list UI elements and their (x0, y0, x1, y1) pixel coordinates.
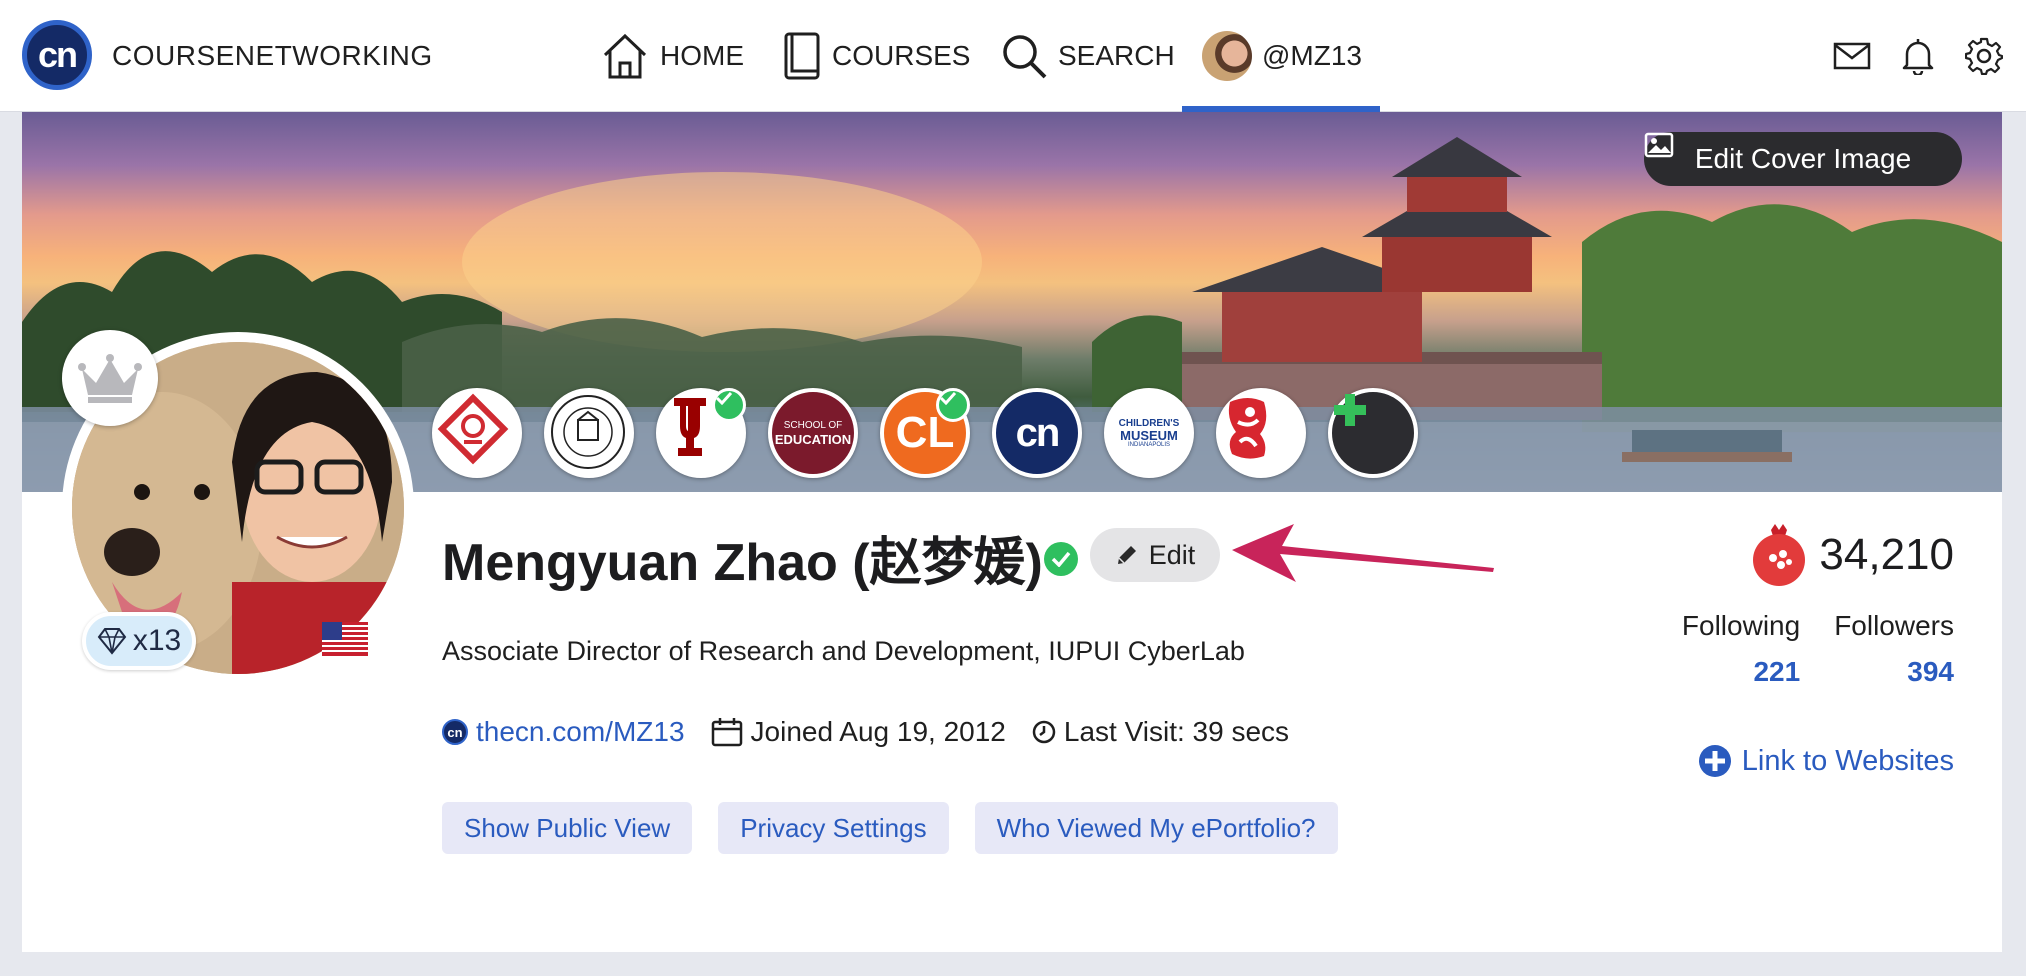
home-icon (603, 33, 647, 79)
badge-list: SCHOOL OF EDUCATION CL cn CHILDREN'S MUS… (432, 388, 1418, 478)
badge-cm-top: CHILDREN'S (1118, 417, 1180, 429)
annotation-arrow-icon (1232, 524, 1494, 582)
nav-home[interactable]: HOME (600, 0, 744, 112)
joined-text: Joined Aug 19, 2012 (750, 716, 1006, 747)
last-visit-text: Last Visit: 39 secs (1063, 716, 1290, 747)
badge-childrens-museum[interactable]: CHILDREN'S MUSEUM INDIANAPOLIS (1104, 388, 1194, 478)
gear-icon[interactable] (1964, 36, 2004, 76)
edit-profile-button[interactable]: Edit (1090, 528, 1220, 582)
us-flag-icon (322, 622, 368, 656)
avatar (1202, 31, 1252, 81)
nav-courses[interactable]: COURSES (782, 0, 970, 112)
cn-logo[interactable]: cn (22, 20, 92, 90)
points-value: 34,210 (1819, 530, 1954, 579)
profile-actions: Show Public View Privacy Settings Who Vi… (442, 802, 1338, 854)
university-seal-icon (551, 395, 625, 469)
bell-icon[interactable] (1898, 36, 1938, 76)
last-visit: Last Visit: 39 secs (1032, 716, 1289, 748)
following-stat[interactable]: Following 221 (1682, 610, 1800, 688)
profile-card: Edit Cover Image SCHOOL OF EDUCATION CL … (22, 112, 2002, 952)
edit-cover-image-label: Edit Cover Image (1694, 143, 1912, 174)
pencil-icon (1117, 546, 1136, 564)
nav-profile[interactable]: @MZ13 (1182, 0, 1380, 112)
plus-icon (1334, 394, 1366, 426)
edit-cover-image-button[interactable]: Edit Cover Image (1644, 132, 1962, 186)
privacy-settings-button[interactable]: Privacy Settings (718, 802, 949, 854)
book-icon (784, 32, 820, 80)
badge-iu[interactable] (656, 388, 746, 478)
dancing-emblem-icon (1228, 398, 1267, 459)
profile-link-text: thecn.com/MZ13 (476, 716, 685, 747)
profile-meta: cn thecn.com/MZ13 Joined Aug 19, 2012 La… (442, 712, 1315, 752)
link-to-websites-label: Link to Websites (1741, 744, 1954, 777)
nav-home-label: HOME (660, 40, 744, 71)
nav-search[interactable]: SEARCH (1000, 0, 1175, 112)
image-icon (1644, 132, 1674, 158)
badge-verified-check-icon (712, 388, 746, 422)
brand-name[interactable]: COURSENETWORKING (112, 40, 433, 72)
badge-verified-check-icon (936, 388, 970, 422)
calendar-icon (711, 718, 742, 747)
link-to-websites-button[interactable]: Link to Websites (1698, 744, 1954, 778)
verified-check-icon (1044, 542, 1078, 576)
followers-count[interactable]: 394 (1907, 656, 1954, 688)
profile-link[interactable]: cn thecn.com/MZ13 (442, 716, 685, 748)
crown-icon[interactable] (62, 330, 158, 426)
following-count[interactable]: 221 (1753, 656, 1800, 688)
badge-cm-main: MUSEUM (1120, 427, 1178, 443)
points-display[interactable]: 34,210 (1751, 522, 1954, 588)
add-badge-button[interactable] (1328, 388, 1418, 478)
badge-beijing-normal-university[interactable] (544, 388, 634, 478)
badge-cn[interactable]: cn (992, 388, 1082, 478)
mail-icon[interactable] (1832, 36, 1872, 76)
badge-logo-icon (437, 393, 509, 465)
top-bar: cn COURSENETWORKING HOME COURSES SEARCH … (0, 0, 2026, 112)
nav-courses-label: COURSES (832, 40, 971, 71)
badge-beijing-emblem[interactable] (1216, 388, 1306, 478)
badge-soe-top: SCHOOL OF (783, 419, 843, 431)
follow-stats: Following 221 Followers 394 (1682, 610, 1954, 688)
gem-count-badge[interactable]: x13 (82, 612, 196, 670)
cn-small-icon: cn (442, 719, 468, 745)
plus-circle-icon (1698, 745, 1731, 777)
search-icon (1003, 35, 1047, 79)
who-viewed-button[interactable]: Who Viewed My ePortfolio? (974, 802, 1338, 854)
nav-profile-label: @MZ13 (1262, 40, 1362, 71)
edit-profile-label: Edit (1148, 539, 1196, 570)
badge-school-of-education[interactable]: SCHOOL OF EDUCATION (768, 388, 858, 478)
clock-icon (1032, 720, 1056, 744)
followers-stat[interactable]: Followers 394 (1834, 610, 1954, 688)
show-public-view-button[interactable]: Show Public View (442, 802, 693, 854)
badge-soe-main: EDUCATION (774, 431, 852, 447)
profile-name: Mengyuan Zhao (赵梦媛) (442, 534, 1043, 592)
profile-title: Associate Director of Research and Devel… (442, 636, 1245, 666)
following-label: Following (1681, 610, 1801, 641)
joined-date: Joined Aug 19, 2012 (711, 716, 1006, 748)
diamond-icon (97, 628, 127, 655)
pomegranate-icon (1753, 524, 1806, 586)
followers-label: Followers (1834, 610, 1954, 641)
badge-1[interactable] (432, 388, 522, 478)
badge-cl[interactable]: CL (880, 388, 970, 478)
nav-search-label: SEARCH (1058, 40, 1175, 71)
badge-cn-text: cn (1015, 411, 1061, 455)
iu-trident-icon (674, 398, 706, 456)
gem-count: x13 (132, 624, 182, 657)
